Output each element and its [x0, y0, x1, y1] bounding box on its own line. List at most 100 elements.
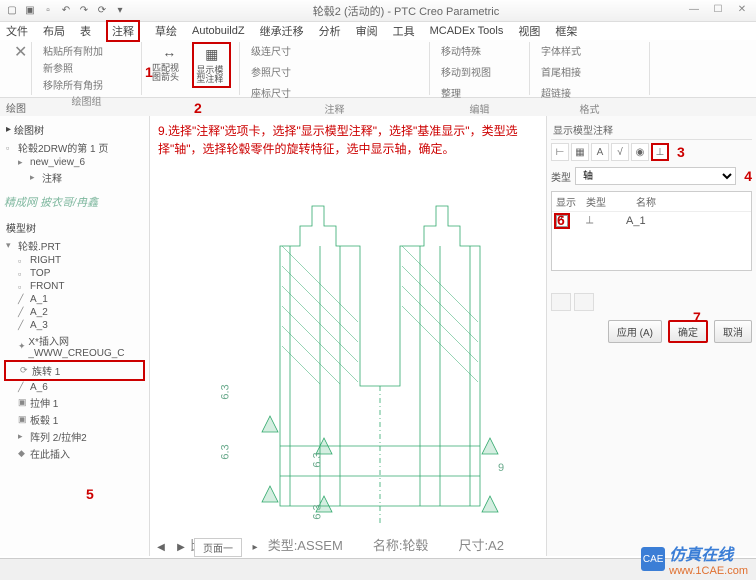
next-page-icon[interactable]: ▶ — [174, 542, 188, 553]
show-model-annot-button[interactable]: ▦ 显示模型注释 — [192, 42, 231, 88]
new-ref-button[interactable]: 新参照 — [40, 59, 76, 76]
menu-review[interactable]: 审阅 — [356, 23, 378, 39]
tree-insert-url[interactable]: ✦X*插入网_WWW_CREOUG_C — [4, 332, 145, 360]
panel-tab-symbol-icon[interactable]: ◉ — [631, 143, 649, 161]
menu-file[interactable]: 文件 — [6, 23, 28, 39]
watermark-text: 精成网 披衣哥/冉鑫 — [4, 194, 145, 210]
type-select[interactable]: 轴 — [575, 167, 736, 185]
quick-dropdown-icon[interactable]: ▾ — [112, 3, 128, 19]
deselect-all-button[interactable] — [574, 293, 594, 311]
list-row[interactable]: ⟂ A_1 — [552, 212, 751, 229]
menu-tools[interactable]: 工具 — [393, 23, 415, 39]
delete-icon[interactable]: ✕ — [14, 42, 23, 62]
remove-corner-button[interactable]: 移除所有角拐 — [40, 76, 106, 93]
panel-tab-note-icon[interactable]: A — [591, 143, 609, 161]
menu-inherit[interactable]: 继承迁移 — [260, 23, 304, 39]
add-page-icon[interactable]: ▸ — [248, 542, 262, 553]
ribbon-group-model-annot: ↔ 匹配视图箭头 ▦ 显示模型注释 1 — [142, 42, 240, 95]
coord-dim-button[interactable]: 座标尺寸 — [248, 84, 294, 101]
new-file-icon[interactable]: ▢ — [4, 3, 20, 19]
logo-watermark: CAE 仿真在线 www.1CAE.com — [641, 541, 748, 577]
logo-badge-icon: CAE — [641, 547, 665, 571]
tree-front[interactable]: ▫FRONT — [4, 280, 145, 293]
panel-tab-surf-icon[interactable]: √ — [611, 143, 629, 161]
drawing-canvas[interactable]: 9.选择"注释"选项卡，选择"显示模型注释"，选择"基准显示"，类型选择"轴"，… — [150, 116, 546, 556]
regen-icon[interactable]: ⟳ — [94, 3, 110, 19]
logo-url: www.1CAE.com — [669, 565, 748, 577]
tree-a2[interactable]: ╱A_2 — [4, 306, 145, 319]
paste-attach-button[interactable]: 粘贴所有附加 — [40, 42, 106, 59]
size-label: 尺寸:A2 — [458, 535, 504, 554]
marker-7: 7 — [693, 309, 701, 325]
overline-button[interactable]: 超链接 — [538, 84, 574, 101]
tree-a6[interactable]: ╱A_6 — [4, 381, 145, 394]
menu-mcae[interactable]: MCADEx Tools — [430, 25, 504, 37]
marker-5: 5 — [86, 486, 94, 502]
list-header: 显示 类型 名称 — [552, 192, 751, 212]
workspace: ▸ 绘图树 ▫轮毂2DRW的第 1 页 ▸new_view_6 ▸注释 精成网 … — [0, 116, 756, 556]
maximize-button[interactable]: ☐ — [708, 4, 728, 18]
page-tab-1[interactable]: 页面一 — [194, 538, 242, 557]
menu-autobuild[interactable]: AutobuildZ — [192, 25, 245, 37]
panel-tab-datum-icon[interactable]: ⊥ — [651, 143, 669, 161]
panel-title: 显示模型注释 — [551, 120, 752, 140]
font-style-button[interactable]: 字体样式 — [538, 42, 584, 59]
dim-63-mid1: 6.3 — [312, 452, 324, 467]
match-view-arrow-button[interactable]: ↔ 匹配视图箭头 — [150, 42, 188, 88]
save-icon[interactable]: ▫ — [40, 3, 56, 19]
tree-rotate1[interactable]: ⟳族转 1 — [4, 360, 145, 381]
ref-dim-button[interactable]: 参照尺寸 — [248, 63, 294, 80]
tab-drawing[interactable]: 绘图 — [6, 100, 26, 115]
dim-9: 9 — [498, 462, 504, 474]
tree-a1[interactable]: ╱A_1 — [4, 293, 145, 306]
menu-frame[interactable]: 框架 — [555, 23, 577, 39]
panel-tab-dim-icon[interactable]: ⊢ — [551, 143, 569, 161]
menu-layout[interactable]: 布局 — [43, 23, 65, 39]
prev-page-icon[interactable]: ◀ — [154, 542, 168, 553]
open-file-icon[interactable]: ▣ — [22, 3, 38, 19]
arrange-button[interactable]: 整理 — [438, 84, 464, 101]
menu-sketch[interactable]: 草绘 — [155, 23, 177, 39]
minimize-button[interactable]: — — [684, 4, 704, 18]
marker-1: 1 — [145, 64, 153, 80]
window-title: 轮毂2 (活动的) - PTC Creo Parametric — [128, 3, 684, 19]
tree-view[interactable]: ▸new_view_6 — [4, 156, 145, 169]
ribbon-group-annot: 级连尺寸 参照尺寸 座标尺寸 注释 — [240, 42, 430, 95]
tree-insert-here[interactable]: ◆在此插入 — [4, 445, 145, 462]
panel-tab-gtol-icon[interactable]: ▦ — [571, 143, 589, 161]
ok-button[interactable]: 确定 — [668, 320, 708, 343]
tree-annot[interactable]: ▸注释 — [4, 169, 145, 186]
move-to-view-button[interactable]: 移动到视图 — [438, 63, 494, 80]
cascade-dim-button[interactable]: 级连尺寸 — [248, 42, 294, 59]
tree-part[interactable]: ▾轮毂.PRT — [4, 237, 145, 254]
close-button[interactable]: ✕ — [732, 4, 752, 18]
menu-view[interactable]: 视图 — [518, 23, 540, 39]
cancel-button[interactable]: 取消 — [714, 320, 752, 343]
model-tree-sidebar: ▸ 绘图树 ▫轮毂2DRW的第 1 页 ▸new_view_6 ▸注释 精成网 … — [0, 116, 150, 556]
text-attach-button[interactable]: 首尾相接 — [538, 63, 584, 80]
marker-2: 2 — [194, 100, 202, 116]
tree-dim-h1[interactable]: ▣拉伸 1 — [4, 394, 145, 411]
tree-a3[interactable]: ╱A_3 — [4, 319, 145, 332]
apply-button[interactable]: 应用 (A) — [608, 320, 662, 343]
redo-icon[interactable]: ↷ — [76, 3, 92, 19]
dim-63-left1: 6.3 — [220, 384, 232, 399]
tree-dim-pat1[interactable]: ▣板毂 1 — [4, 411, 145, 428]
ribbon: ✕ 粘贴所有附加 新参照 移除所有角拐 绘图组 ↔ 匹配视图箭头 ▦ 显示模型注… — [0, 40, 756, 98]
select-all-button[interactable] — [551, 293, 571, 311]
move-special-button[interactable]: 移动特殊 — [438, 42, 484, 59]
row-name: A_1 — [626, 215, 646, 227]
menu-analysis[interactable]: 分析 — [319, 23, 341, 39]
tree-pattern2[interactable]: ▸阵列 2/拉伸2 — [4, 428, 145, 445]
menu-annotate[interactable]: 注释 — [106, 20, 140, 42]
menu-table[interactable]: 表 — [80, 23, 91, 39]
technical-drawing: 6.3 6.3 6.3 6.3 9 — [230, 186, 530, 526]
tree-root[interactable]: ▫轮毂2DRW的第 1 页 — [4, 139, 145, 156]
tree-right[interactable]: ▫RIGHT — [4, 254, 145, 267]
logo-text: 仿真在线 — [669, 541, 748, 565]
marker-3: 3 — [677, 144, 685, 160]
tree-top[interactable]: ▫TOP — [4, 267, 145, 280]
undo-icon[interactable]: ↶ — [58, 3, 74, 19]
panel-toolbar: ⊢ ▦ A √ ◉ ⊥ 3 — [551, 140, 752, 164]
ribbon-label-format: 格式 — [538, 101, 641, 116]
